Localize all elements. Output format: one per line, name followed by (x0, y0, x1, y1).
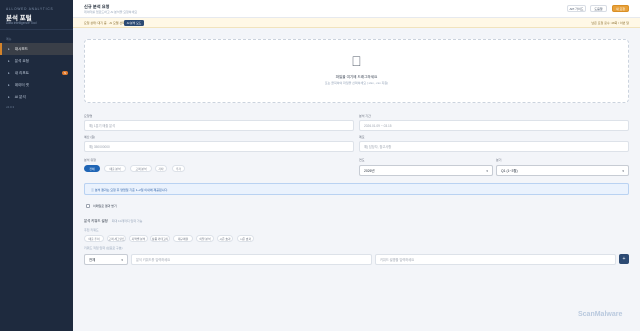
sidebar-item-datasets[interactable]: ▸ 데이터 셋 (0, 79, 73, 91)
sidebar-item-label: 대시보드 (14, 46, 28, 51)
year-select[interactable]: 2026년 ▾ (359, 165, 493, 176)
watermark-text: ScanMalware (578, 311, 623, 318)
version-label: v2.0.3 (6, 105, 15, 109)
type-pill-customer[interactable]: 고객 분석 (130, 165, 152, 172)
nav-list: ▸ 대시보드 ▸ 분석 요청 ▸ 내 리포트 N ▸ 데이터 셋 ▸ AI 분석 (0, 43, 73, 103)
sidebar-item-label: AI 분석 (14, 94, 26, 99)
budget-label: 예산 (원) (84, 135, 96, 139)
sidebar-item-ai[interactable]: ▸ AI 분석 (0, 91, 73, 103)
bullet-icon: ▸ (8, 71, 10, 75)
keyword-input[interactable]: 분석 키워드를 입력하세요 (131, 254, 372, 265)
add-keyword-button[interactable]: + (619, 254, 629, 264)
upload-dropzone[interactable]: ⎕ 파일을 여기에 드래그하세요 또는 클릭하여 파일을 선택하세요 (.xls… (84, 39, 629, 103)
chevron-down-icon: ▾ (121, 257, 123, 262)
sidebar-item-reports[interactable]: ▸ 내 리포트 N (0, 67, 73, 79)
keyword-chip[interactable]: 이탈 분석 (196, 235, 214, 242)
keyword-title: 분석 키워드 설정 (84, 219, 108, 223)
keyword-chip[interactable]: 상품 카테고리 (150, 235, 170, 242)
period-label: 분석 기간 (359, 114, 371, 118)
status-strip: 요청 상태: 대기 중 · AI 모델 선택 가능 AI 분석 모드 남은 요청… (73, 18, 640, 28)
keyword-desc-input[interactable]: 키워드 설명을 입력하세요 (375, 254, 616, 265)
brand-tagline: Data Intelligence Tool (6, 21, 37, 25)
keyword-category-select[interactable]: 전체 ▾ (84, 254, 128, 265)
new-badge: N (62, 71, 68, 76)
keyword-section-title: 분석 키워드 설정 최대 10개까지 입력 가능 (84, 218, 142, 223)
keyword-chip[interactable]: 매출 추이 (84, 235, 104, 242)
upload-hint-text: 또는 클릭하여 파일을 선택하세요 (.xlsx, .csv 지원) (324, 81, 389, 85)
keyword-chip[interactable]: 고객 세그먼트 (107, 235, 126, 242)
sidebar-item-dashboard[interactable]: ▸ 대시보드 (0, 43, 73, 55)
keyword-chip[interactable]: 재구매율 (173, 235, 193, 242)
type-label: 분석 유형 (84, 158, 96, 162)
api-guide-button[interactable]: API 가이드 (567, 5, 586, 12)
quarter-select[interactable]: Q1 (1~3월) ▾ (496, 165, 629, 176)
memo-input[interactable]: 예) 담당자, 참고사항 (359, 141, 629, 152)
keyword-select-value: 전체 (89, 258, 96, 262)
sidebar-divider (0, 29, 73, 30)
brand-subtitle: ALLOWED ANALYTICS (6, 7, 54, 11)
sidebar-item-request[interactable]: ▸ 분석 요청 (0, 55, 73, 67)
keyword-chip[interactable]: 시즌 효과 (237, 235, 254, 242)
nav-section-label: 메뉴 (6, 37, 12, 41)
period-input[interactable]: 2026.01.09 ~ 03.15 (359, 120, 629, 131)
bullet-icon: ▸ (8, 59, 10, 63)
quarter-label: 분기 (496, 158, 502, 162)
budget-input[interactable]: 예) 350000000 (84, 141, 354, 152)
year-label: 연도 (359, 158, 365, 162)
upload-cloud-icon: ⎕ (352, 53, 361, 69)
recommended-label: 추천 키워드 (84, 228, 99, 232)
new-request-button[interactable]: 새 요청 (612, 5, 629, 12)
chevron-down-icon: ▾ (622, 168, 624, 173)
keyword-chip[interactable]: 지역별 분석 (129, 235, 148, 242)
page-subtitle: 데이터를 업로드하고 AI 분석을 요청하세요 (84, 10, 138, 14)
sidebar: ALLOWED ANALYTICS 분석 포털 Data Intelligenc… (0, 0, 73, 331)
checkbox-icon[interactable] (86, 204, 90, 208)
type-pill-add[interactable]: 추가 (172, 165, 185, 172)
info-text: ⓘ 분석 결과는 요청 후 영업일 기준 1~2일 이내에 제공됩니다. (91, 188, 169, 192)
sidebar-item-label: 데이터 셋 (14, 82, 29, 87)
name-input[interactable]: 예) 1분기 매출 분석 (84, 120, 354, 131)
upload-main-text: 파일을 여기에 드래그하세요 (335, 75, 378, 79)
mode-badge: AI 분석 모드 (124, 20, 144, 26)
type-pill-all[interactable]: 전체 (84, 165, 100, 172)
memo-label: 메모 (359, 135, 365, 139)
quota-text: 남은 요청 횟수: 48회 / 이번 달 (591, 21, 629, 25)
top-bar: 신규 분석 요청 데이터를 업로드하고 AI 분석을 요청하세요 API 가이드… (73, 0, 640, 18)
keyword-chip[interactable]: 시즌 효과 (217, 235, 233, 242)
bullet-icon: ▸ (8, 83, 10, 87)
keyword-note: 최대 10개까지 입력 가능 (111, 219, 143, 223)
type-pill-sales[interactable]: 매출 분석 (104, 165, 126, 172)
sidebar-item-label: 내 리포트 (14, 70, 29, 75)
year-select-value: 2026년 (364, 169, 375, 173)
bullet-icon: ▸ (8, 95, 10, 99)
checkbox-label: 이메일로 결과 받기 (93, 204, 117, 208)
bullet-icon: ▸ (8, 47, 10, 51)
sidebar-item-label: 분석 요청 (14, 58, 29, 63)
email-option[interactable]: 이메일로 결과 받기 (86, 204, 117, 208)
chevron-down-icon: ▾ (486, 168, 488, 173)
type-pill-etc[interactable]: 기타 (155, 165, 167, 172)
info-notice: ⓘ 분석 결과는 요청 후 영업일 기준 1~2일 이내에 제공됩니다. (84, 183, 629, 195)
name-label: 요청명 (84, 114, 93, 118)
custom-keyword-label: 키워드 직접 입력 (쉼표로 구분) (84, 246, 123, 250)
quarter-select-value: Q1 (1~3월) (501, 169, 518, 173)
help-button[interactable]: 도움말 (590, 5, 607, 12)
